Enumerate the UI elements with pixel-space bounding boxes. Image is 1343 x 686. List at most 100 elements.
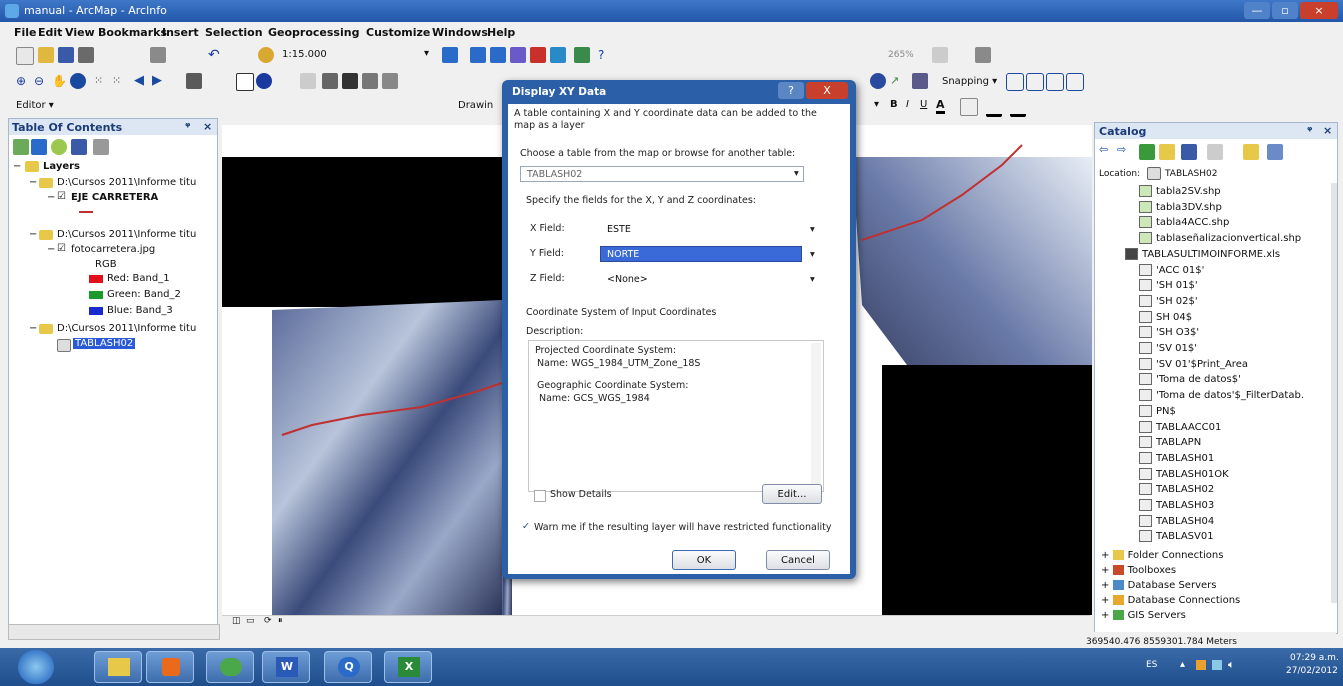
toggle-contents-icon[interactable]	[1181, 144, 1197, 160]
volume-icon[interactable]: 🔈︎	[1228, 658, 1235, 672]
clock-time[interactable]: 07:29 a.m.	[1290, 653, 1339, 663]
font-color-icon[interactable]: A	[936, 98, 945, 114]
italic-icon[interactable]: I	[906, 99, 909, 110]
checkbox-checked-icon[interactable]: ☑	[57, 243, 66, 254]
catalog-item[interactable]: tablaseñalizacionvertical.shp	[1139, 232, 1301, 245]
catalog-item[interactable]: SH 04$	[1139, 310, 1192, 323]
zoom-out-icon[interactable]: ⊖	[34, 73, 50, 89]
arctoolbox-icon[interactable]	[530, 47, 546, 63]
excel-taskbar-button[interactable]: X	[384, 651, 432, 683]
layout-tool-icon[interactable]	[975, 47, 991, 63]
find-icon[interactable]	[342, 73, 358, 89]
toc-item[interactable]: D:\Cursos 2011\Informe titu	[57, 229, 196, 240]
toc-window-icon[interactable]	[470, 47, 486, 63]
toc-options-icon[interactable]	[93, 139, 109, 155]
vertex-snapping-icon[interactable]	[1046, 73, 1064, 91]
table-combo[interactable]: TABLASH02	[520, 166, 804, 182]
save-icon[interactable]	[58, 47, 74, 63]
toc-pin-icon[interactable]: ᵠ	[185, 120, 190, 133]
pan-icon[interactable]: ✋	[52, 73, 68, 89]
description-scrollbar[interactable]	[811, 343, 821, 487]
model-builder-icon[interactable]	[574, 47, 590, 63]
catalog-item[interactable]: 'ACC 01$'	[1139, 263, 1204, 276]
menu-view[interactable]: View	[65, 26, 95, 39]
toc-horizontal-scrollbar[interactable]	[8, 624, 220, 640]
full-extent-icon[interactable]	[70, 73, 86, 89]
catalog-item[interactable]: TABLASH04	[1139, 514, 1214, 527]
x-field-combo[interactable]: ESTE	[600, 221, 810, 237]
location-input[interactable]: TABLASH02	[1165, 169, 1217, 179]
catalog-root-item[interactable]: + Database Servers	[1101, 580, 1216, 591]
help-whats-this-icon[interactable]: ?	[598, 47, 614, 63]
catalog-item[interactable]: TABLASV01	[1139, 530, 1214, 543]
dialog-close-button[interactable]: X	[806, 82, 848, 99]
expand-icon[interactable]: +	[1101, 550, 1113, 561]
zoom-percent[interactable]: 265%	[888, 50, 914, 60]
catalog-scrollbar[interactable]	[1331, 183, 1337, 603]
toc-item[interactable]: fotocarretera.jpg	[71, 244, 155, 255]
catalog-item[interactable]: 'SV 01$'	[1139, 342, 1197, 354]
editor-toolbar-icon[interactable]	[442, 47, 458, 63]
identify-icon[interactable]	[256, 73, 272, 89]
print-icon[interactable]	[78, 47, 94, 63]
catalog-item[interactable]: 'SH 02$'	[1139, 294, 1198, 307]
catalog-item[interactable]: TABLASH01	[1139, 451, 1214, 464]
catalog-item[interactable]: TABLAACC01	[1139, 420, 1221, 433]
menu-edit[interactable]: Edit	[38, 26, 62, 39]
expand-icon[interactable]: +	[1101, 595, 1113, 606]
group1-collapse-icon[interactable]: −	[29, 177, 37, 188]
list-by-selection-icon[interactable]	[71, 139, 87, 155]
editor-menu[interactable]: Editor ▾	[16, 100, 54, 111]
z-field-combo[interactable]: <None>	[600, 271, 810, 287]
end-snapping-icon[interactable]	[1026, 73, 1044, 91]
point-snapping-icon[interactable]	[1006, 73, 1024, 91]
go-to-xy-icon[interactable]	[382, 73, 398, 89]
menu-customize[interactable]: Customize	[366, 26, 430, 39]
measure-icon[interactable]	[322, 73, 338, 89]
refresh-catalog-icon[interactable]	[1243, 144, 1259, 160]
expand-icon[interactable]: +	[1101, 580, 1113, 591]
maximize-button[interactable]: ▫	[1272, 2, 1298, 19]
forward-arrow-icon[interactable]: ⇨	[1117, 143, 1126, 156]
layers-label[interactable]: Layers	[43, 161, 80, 172]
connect-folder-icon[interactable]	[1159, 144, 1175, 160]
explorer-taskbar-button[interactable]	[94, 651, 142, 683]
expand-icon[interactable]: +	[1101, 565, 1113, 576]
bold-icon[interactable]: B	[890, 99, 898, 110]
word-taskbar-button[interactable]: W	[262, 651, 310, 683]
catalog-root-item[interactable]: + GIS Servers	[1101, 610, 1186, 621]
layer-collapse-icon[interactable]: −	[47, 192, 55, 203]
menu-geoprocessing[interactable]: Geoprocessing	[268, 26, 359, 39]
list-by-drawing-order-icon[interactable]	[13, 139, 29, 155]
data-view-icon[interactable]: ◫	[232, 616, 241, 626]
toc-close-icon[interactable]: ×	[203, 120, 212, 133]
arcmap-taskbar-button[interactable]: Q	[324, 651, 372, 683]
arcgis-taskbar-button[interactable]	[206, 651, 254, 683]
catalog-item[interactable]: TABLASH02	[1139, 483, 1214, 496]
dialog-help-button[interactable]: ?	[778, 82, 804, 99]
media-player-taskbar-button[interactable]	[146, 651, 194, 683]
fixed-zoom-out-icon[interactable]: ⁙	[112, 73, 128, 89]
scale-dropdown-icon[interactable]: ▾	[424, 48, 429, 59]
tray-arrow-icon[interactable]: ▴	[1180, 659, 1185, 670]
menu-selection[interactable]: Selection	[205, 26, 263, 39]
edge-snapping-icon[interactable]	[1066, 73, 1084, 91]
catalog-item[interactable]: TABLASH01OK	[1139, 467, 1229, 480]
georef-icon[interactable]	[870, 73, 886, 89]
show-details-checkbox[interactable]	[534, 490, 546, 502]
list-by-visibility-icon[interactable]	[51, 139, 67, 155]
scale-box[interactable]: 1:15.000	[282, 49, 327, 60]
expand-icon[interactable]: +	[1101, 610, 1113, 621]
layers-collapse-icon[interactable]: −	[13, 161, 21, 172]
tray-flag-icon[interactable]	[1196, 660, 1206, 670]
close-window-button[interactable]: ×	[1300, 2, 1338, 19]
html-popup-icon[interactable]	[300, 73, 316, 89]
z-dropdown-icon[interactable]: ▾	[810, 274, 815, 285]
zoom-in-icon[interactable]: ⊕	[16, 73, 32, 89]
toc-item-selected[interactable]: TABLASH02	[73, 338, 136, 349]
list-by-source-icon[interactable]	[31, 139, 47, 155]
catalog-item[interactable]: 'SH 01$'	[1139, 279, 1198, 292]
warn-checkbox-checked-icon[interactable]: ✓	[522, 521, 530, 532]
network-icon[interactable]	[1212, 660, 1222, 670]
checkbox-checked-icon[interactable]: ☑	[57, 191, 66, 202]
